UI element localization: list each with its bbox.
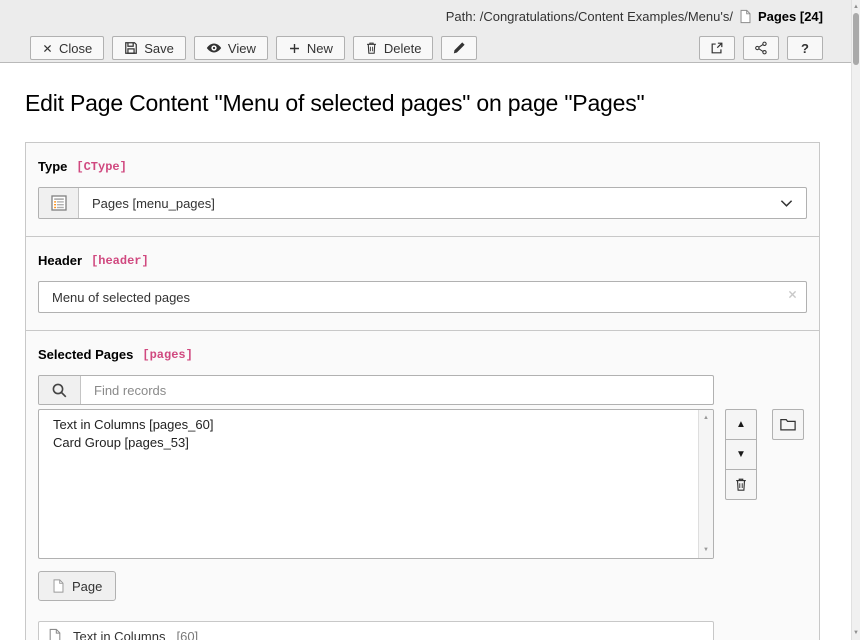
header-field-label: Header [header] — [38, 253, 807, 268]
page-icon — [52, 578, 65, 594]
section-selected-pages: Selected Pages [pages] Text in Columns [… — [26, 330, 819, 640]
page-scrollbar[interactable]: ▲ ▼ — [851, 0, 860, 640]
scroll-down-icon[interactable]: ▼ — [699, 544, 713, 556]
close-button[interactable]: Close — [30, 36, 104, 60]
pages-field-label: Selected Pages [pages] — [38, 347, 807, 362]
scroll-up-icon[interactable]: ▲ — [699, 412, 713, 424]
content-type-addon — [39, 188, 79, 218]
record-path-bar: Path: /Congratulations/Content Examples/… — [30, 0, 823, 33]
pencil-icon — [452, 41, 466, 55]
record-path: Path: /Congratulations/Content Examples/… — [446, 9, 733, 24]
create-page-label: Page — [72, 579, 102, 594]
up-triangle-icon: ▲ — [736, 419, 746, 430]
save-icon — [124, 41, 138, 55]
share-button[interactable] — [743, 36, 779, 60]
folder-icon — [780, 418, 796, 431]
reorder-button-group: ▲ ▼ — [725, 409, 757, 500]
share-icon — [754, 41, 768, 55]
record-title: Pages [24] — [758, 9, 823, 24]
down-triangle-icon: ▼ — [736, 449, 746, 460]
trash-icon — [365, 41, 378, 55]
move-down-button[interactable]: ▼ — [725, 439, 757, 470]
list-option[interactable]: Text in Columns [pages_60] — [39, 416, 697, 434]
header-field-code: [header] — [91, 254, 149, 268]
selected-records-list: Text in Columns [60] — [38, 621, 807, 640]
selector-controls: ▲ ▼ — [725, 409, 804, 500]
record-search — [38, 375, 714, 405]
section-header: Header [header] — [26, 236, 819, 330]
page-title: Edit Page Content "Menu of selected page… — [25, 90, 826, 117]
header-input[interactable] — [38, 281, 807, 313]
delete-label: Delete — [384, 41, 422, 56]
selected-pages-listbox[interactable]: Text in Columns [pages_60] Card Group [p… — [38, 409, 714, 559]
open-in-new-window-button[interactable] — [699, 36, 735, 60]
move-up-button[interactable]: ▲ — [725, 409, 757, 440]
listbox-scrollbar[interactable]: ▲ ▼ — [698, 410, 713, 558]
delete-button[interactable]: Delete — [353, 36, 434, 60]
new-label: New — [307, 41, 333, 56]
pages-field-code: [pages] — [142, 348, 192, 362]
external-link-icon — [710, 41, 724, 55]
remove-selected-button[interactable] — [725, 469, 757, 500]
scroll-up-icon[interactable]: ▲ — [852, 2, 860, 12]
save-button[interactable]: Save — [112, 36, 186, 60]
browse-records-button[interactable] — [772, 409, 804, 440]
section-type: Type [CType] Pages [menu_pages] — [26, 143, 819, 236]
record-item-uid: [60] — [176, 629, 198, 640]
doc-header: Path: /Congratulations/Content Examples/… — [0, 0, 851, 63]
ctype-selected-value: Pages [menu_pages] — [79, 196, 780, 211]
list-option[interactable]: Card Group [pages_53] — [39, 434, 697, 452]
scroll-down-icon[interactable]: ▼ — [852, 628, 860, 638]
view-button[interactable]: View — [194, 36, 268, 60]
trash-icon — [734, 477, 748, 492]
search-addon — [39, 376, 81, 404]
help-button[interactable]: ? — [787, 36, 823, 60]
type-field-code: [CType] — [76, 160, 126, 174]
create-page-button[interactable]: Page — [38, 571, 116, 601]
eye-icon — [206, 42, 222, 54]
close-label: Close — [59, 41, 92, 56]
search-input[interactable] — [81, 376, 713, 404]
new-button[interactable]: New — [276, 36, 345, 60]
search-icon — [51, 382, 68, 399]
record-item-row[interactable]: Text in Columns [60] — [38, 621, 714, 640]
chevron-down-icon — [780, 199, 806, 208]
menu-content-icon — [51, 195, 67, 211]
type-field-label: Type [CType] — [38, 159, 807, 174]
header-label-text: Header — [38, 253, 82, 268]
type-label-text: Type — [38, 159, 67, 174]
record-item-title: Text in Columns — [73, 629, 165, 640]
clear-input-icon[interactable] — [787, 289, 798, 300]
close-icon — [42, 43, 53, 54]
edit-form-area: Edit Page Content "Menu of selected page… — [0, 64, 851, 640]
ctype-select[interactable]: Pages [menu_pages] — [38, 187, 807, 219]
save-label: Save — [144, 41, 174, 56]
form-panel: Type [CType] Pages [menu_pages] Header [… — [25, 142, 820, 640]
doc-header-toolbar: Close Save View New Delete — [30, 33, 823, 63]
page-icon — [739, 9, 752, 24]
page-icon — [48, 628, 62, 640]
scrollbar-thumb[interactable] — [853, 13, 859, 65]
edit-button[interactable] — [441, 36, 477, 60]
help-icon: ? — [801, 41, 809, 56]
plus-icon — [288, 42, 301, 55]
view-label: View — [228, 41, 256, 56]
pages-label-text: Selected Pages — [38, 347, 133, 362]
